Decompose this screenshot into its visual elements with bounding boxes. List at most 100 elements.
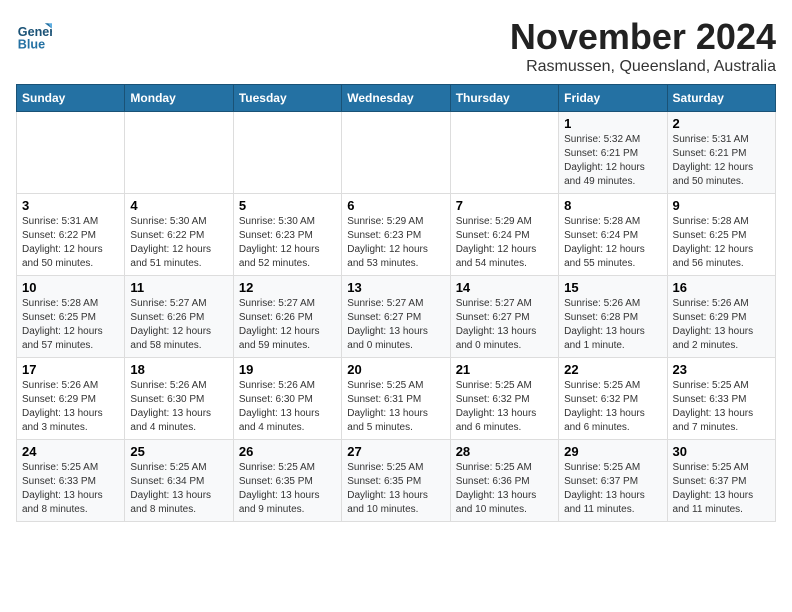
calendar-cell: 22 Sunrise: 5:25 AM Sunset: 6:32 PM Dayli… bbox=[559, 358, 667, 440]
calendar-cell: 13 Sunrise: 5:27 AM Sunset: 6:27 PM Dayli… bbox=[342, 276, 450, 358]
weekday-header-monday: Monday bbox=[125, 85, 233, 112]
day-number: 13 bbox=[347, 280, 444, 295]
day-info: Sunrise: 5:27 AM Sunset: 6:27 PM Dayligh… bbox=[347, 297, 444, 353]
day-info: Sunrise: 5:25 AM Sunset: 6:32 PM Dayligh… bbox=[456, 379, 553, 435]
calendar-cell: 1Sunrise: 5:32 AM Sunset: 6:21 PM Daylig… bbox=[559, 112, 667, 194]
day-info: Sunrise: 5:28 AM Sunset: 6:25 PM Dayligh… bbox=[673, 215, 770, 271]
calendar-cell: 15 Sunrise: 5:26 AM Sunset: 6:28 PM Dayli… bbox=[559, 276, 667, 358]
weekday-header-wednesday: Wednesday bbox=[342, 85, 450, 112]
calendar-row-4: 24 Sunrise: 5:25 AM Sunset: 6:33 PM Dayli… bbox=[17, 440, 776, 522]
day-info: Sunrise: 5:31 AM Sunset: 6:22 PM Dayligh… bbox=[22, 215, 119, 271]
calendar-cell: 18 Sunrise: 5:26 AM Sunset: 6:30 PM Dayli… bbox=[125, 358, 233, 440]
day-number: 9 bbox=[673, 198, 770, 213]
calendar-cell: 4Sunrise: 5:30 AM Sunset: 6:22 PM Daylig… bbox=[125, 194, 233, 276]
day-number: 10 bbox=[22, 280, 119, 295]
day-info: Sunrise: 5:25 AM Sunset: 6:35 PM Dayligh… bbox=[347, 461, 444, 517]
calendar-cell: 20Sunrise: 5:25 AM Sunset: 6:31 PM Dayli… bbox=[342, 358, 450, 440]
day-number: 24 bbox=[22, 444, 119, 459]
calendar-cell: 25 Sunrise: 5:25 AM Sunset: 6:34 PM Dayli… bbox=[125, 440, 233, 522]
day-number: 12 bbox=[239, 280, 336, 295]
day-info: Sunrise: 5:29 AM Sunset: 6:24 PM Dayligh… bbox=[456, 215, 553, 271]
day-info: Sunrise: 5:26 AM Sunset: 6:30 PM Dayligh… bbox=[239, 379, 336, 435]
page-header: General Blue November 2024 Rasmussen, Qu… bbox=[16, 16, 776, 76]
day-info: Sunrise: 5:25 AM Sunset: 6:36 PM Dayligh… bbox=[456, 461, 553, 517]
calendar-table: SundayMondayTuesdayWednesdayThursdayFrid… bbox=[16, 84, 776, 522]
day-info: Sunrise: 5:25 AM Sunset: 6:35 PM Dayligh… bbox=[239, 461, 336, 517]
day-info: Sunrise: 5:25 AM Sunset: 6:33 PM Dayligh… bbox=[22, 461, 119, 517]
calendar-cell: 9 Sunrise: 5:28 AM Sunset: 6:25 PM Daylig… bbox=[667, 194, 775, 276]
day-number: 23 bbox=[673, 362, 770, 377]
day-info: Sunrise: 5:32 AM Sunset: 6:21 PM Dayligh… bbox=[564, 133, 661, 189]
day-info: Sunrise: 5:27 AM Sunset: 6:26 PM Dayligh… bbox=[130, 297, 227, 353]
day-number: 14 bbox=[456, 280, 553, 295]
day-info: Sunrise: 5:25 AM Sunset: 6:37 PM Dayligh… bbox=[673, 461, 770, 517]
day-number: 25 bbox=[130, 444, 227, 459]
day-info: Sunrise: 5:30 AM Sunset: 6:23 PM Dayligh… bbox=[239, 215, 336, 271]
calendar-cell: 8 Sunrise: 5:28 AM Sunset: 6:24 PM Daylig… bbox=[559, 194, 667, 276]
calendar-cell: 24 Sunrise: 5:25 AM Sunset: 6:33 PM Dayli… bbox=[17, 440, 125, 522]
svg-text:Blue: Blue bbox=[18, 37, 45, 51]
logo-icon: General Blue bbox=[16, 16, 52, 52]
day-info: Sunrise: 5:27 AM Sunset: 6:26 PM Dayligh… bbox=[239, 297, 336, 353]
calendar-cell bbox=[342, 112, 450, 194]
day-number: 8 bbox=[564, 198, 661, 213]
weekday-header-row: SundayMondayTuesdayWednesdayThursdayFrid… bbox=[17, 85, 776, 112]
weekday-header-saturday: Saturday bbox=[667, 85, 775, 112]
calendar-cell bbox=[125, 112, 233, 194]
day-number: 20 bbox=[347, 362, 444, 377]
weekday-header-tuesday: Tuesday bbox=[233, 85, 341, 112]
calendar-cell bbox=[450, 112, 558, 194]
weekday-header-friday: Friday bbox=[559, 85, 667, 112]
calendar-cell: 2 Sunrise: 5:31 AM Sunset: 6:21 PM Daylig… bbox=[667, 112, 775, 194]
calendar-cell: 19 Sunrise: 5:26 AM Sunset: 6:30 PM Dayli… bbox=[233, 358, 341, 440]
calendar-cell: 12 Sunrise: 5:27 AM Sunset: 6:26 PM Dayli… bbox=[233, 276, 341, 358]
weekday-header-sunday: Sunday bbox=[17, 85, 125, 112]
calendar-cell: 10 Sunrise: 5:28 AM Sunset: 6:25 PM Dayli… bbox=[17, 276, 125, 358]
weekday-header-thursday: Thursday bbox=[450, 85, 558, 112]
month-title: November 2024 bbox=[510, 16, 776, 58]
calendar-cell: 6 Sunrise: 5:29 AM Sunset: 6:23 PM Daylig… bbox=[342, 194, 450, 276]
day-number: 15 bbox=[564, 280, 661, 295]
calendar-row-2: 10 Sunrise: 5:28 AM Sunset: 6:25 PM Dayli… bbox=[17, 276, 776, 358]
day-number: 27 bbox=[347, 444, 444, 459]
calendar-cell: 23Sunrise: 5:25 AM Sunset: 6:33 PM Dayli… bbox=[667, 358, 775, 440]
calendar-cell bbox=[17, 112, 125, 194]
calendar-row-1: 3 Sunrise: 5:31 AM Sunset: 6:22 PM Daylig… bbox=[17, 194, 776, 276]
title-section: November 2024 Rasmussen, Queensland, Aus… bbox=[510, 16, 776, 76]
calendar-cell: 28Sunrise: 5:25 AM Sunset: 6:36 PM Dayli… bbox=[450, 440, 558, 522]
day-info: Sunrise: 5:29 AM Sunset: 6:23 PM Dayligh… bbox=[347, 215, 444, 271]
day-number: 6 bbox=[347, 198, 444, 213]
location-subtitle: Rasmussen, Queensland, Australia bbox=[510, 58, 776, 76]
day-number: 2 bbox=[673, 116, 770, 131]
day-number: 3 bbox=[22, 198, 119, 213]
day-info: Sunrise: 5:27 AM Sunset: 6:27 PM Dayligh… bbox=[456, 297, 553, 353]
day-info: Sunrise: 5:26 AM Sunset: 6:30 PM Dayligh… bbox=[130, 379, 227, 435]
day-info: Sunrise: 5:31 AM Sunset: 6:21 PM Dayligh… bbox=[673, 133, 770, 189]
day-number: 30 bbox=[673, 444, 770, 459]
day-number: 18 bbox=[130, 362, 227, 377]
day-info: Sunrise: 5:30 AM Sunset: 6:22 PM Dayligh… bbox=[130, 215, 227, 271]
day-number: 19 bbox=[239, 362, 336, 377]
day-info: Sunrise: 5:25 AM Sunset: 6:34 PM Dayligh… bbox=[130, 461, 227, 517]
calendar-cell bbox=[233, 112, 341, 194]
day-info: Sunrise: 5:26 AM Sunset: 6:28 PM Dayligh… bbox=[564, 297, 661, 353]
calendar-cell: 26Sunrise: 5:25 AM Sunset: 6:35 PM Dayli… bbox=[233, 440, 341, 522]
calendar-row-3: 17Sunrise: 5:26 AM Sunset: 6:29 PM Dayli… bbox=[17, 358, 776, 440]
day-info: Sunrise: 5:28 AM Sunset: 6:25 PM Dayligh… bbox=[22, 297, 119, 353]
day-number: 16 bbox=[673, 280, 770, 295]
calendar-cell: 5 Sunrise: 5:30 AM Sunset: 6:23 PM Daylig… bbox=[233, 194, 341, 276]
calendar-cell: 30 Sunrise: 5:25 AM Sunset: 6:37 PM Dayli… bbox=[667, 440, 775, 522]
day-info: Sunrise: 5:26 AM Sunset: 6:29 PM Dayligh… bbox=[673, 297, 770, 353]
calendar-cell: 3 Sunrise: 5:31 AM Sunset: 6:22 PM Daylig… bbox=[17, 194, 125, 276]
day-number: 22 bbox=[564, 362, 661, 377]
day-info: Sunrise: 5:25 AM Sunset: 6:32 PM Dayligh… bbox=[564, 379, 661, 435]
day-info: Sunrise: 5:25 AM Sunset: 6:37 PM Dayligh… bbox=[564, 461, 661, 517]
calendar-cell: 29Sunrise: 5:25 AM Sunset: 6:37 PM Dayli… bbox=[559, 440, 667, 522]
day-number: 5 bbox=[239, 198, 336, 213]
day-info: Sunrise: 5:28 AM Sunset: 6:24 PM Dayligh… bbox=[564, 215, 661, 271]
day-number: 11 bbox=[130, 280, 227, 295]
calendar-cell: 11 Sunrise: 5:27 AM Sunset: 6:26 PM Dayli… bbox=[125, 276, 233, 358]
calendar-cell: 7Sunrise: 5:29 AM Sunset: 6:24 PM Daylig… bbox=[450, 194, 558, 276]
calendar-cell: 17Sunrise: 5:26 AM Sunset: 6:29 PM Dayli… bbox=[17, 358, 125, 440]
logo: General Blue bbox=[16, 16, 52, 52]
